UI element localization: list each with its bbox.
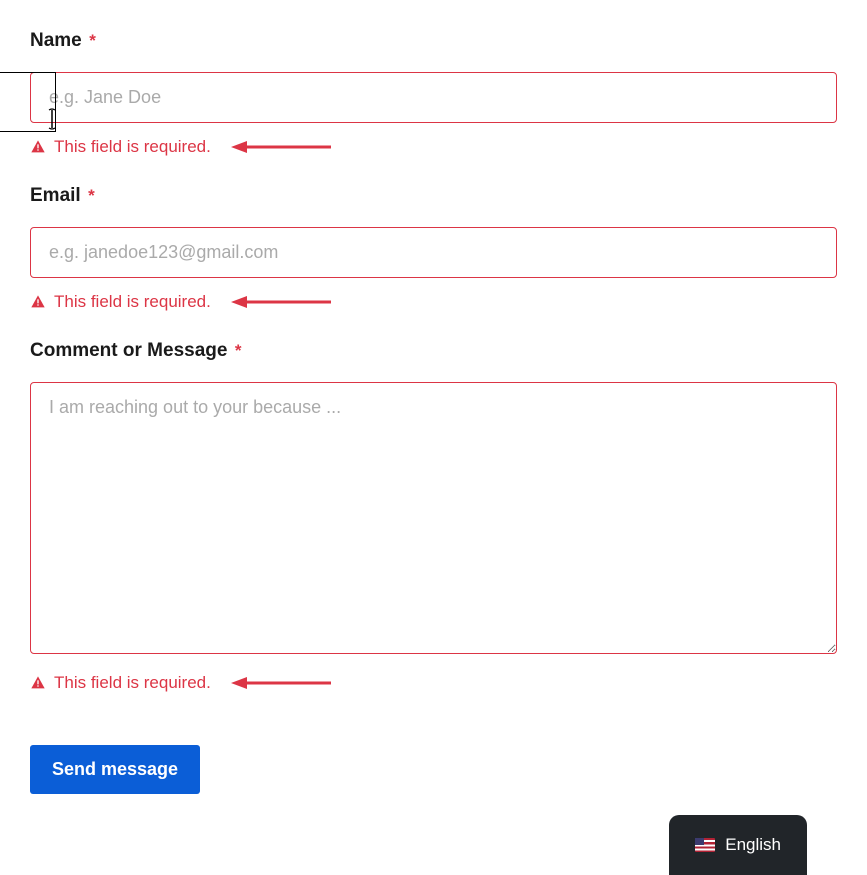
email-error-text: This field is required. [54, 292, 211, 312]
warning-triangle-icon [30, 675, 46, 691]
field-email: Email * This field is required. [30, 185, 837, 312]
email-input[interactable] [30, 227, 837, 278]
warning-triangle-icon [30, 139, 46, 155]
annotation-arrow-icon [231, 676, 331, 690]
annotation-arrow-icon [231, 295, 331, 309]
email-error-row: This field is required. [30, 292, 837, 312]
required-asterisk: * [88, 186, 95, 205]
name-input[interactable] [30, 72, 837, 123]
message-error-text: This field is required. [54, 673, 211, 693]
message-label: Comment or Message [30, 340, 227, 362]
email-label: Email [30, 185, 81, 207]
message-textarea[interactable] [30, 382, 837, 654]
required-asterisk: * [235, 341, 242, 360]
name-error-row: This field is required. [30, 137, 837, 157]
annotation-arrow-icon [231, 140, 331, 154]
language-selector[interactable]: English [669, 815, 807, 875]
field-name: Name * This field is required. [30, 30, 837, 157]
submit-button[interactable]: Send message [30, 745, 200, 794]
us-flag-icon [695, 838, 715, 852]
required-asterisk: * [89, 31, 96, 50]
name-error-text: This field is required. [54, 137, 211, 157]
text-cursor-icon [0, 72, 56, 132]
field-message: Comment or Message * This field is requi… [30, 340, 837, 693]
language-label: English [725, 835, 781, 855]
name-label: Name [30, 30, 82, 52]
message-error-row: This field is required. [30, 673, 837, 693]
warning-triangle-icon [30, 294, 46, 310]
